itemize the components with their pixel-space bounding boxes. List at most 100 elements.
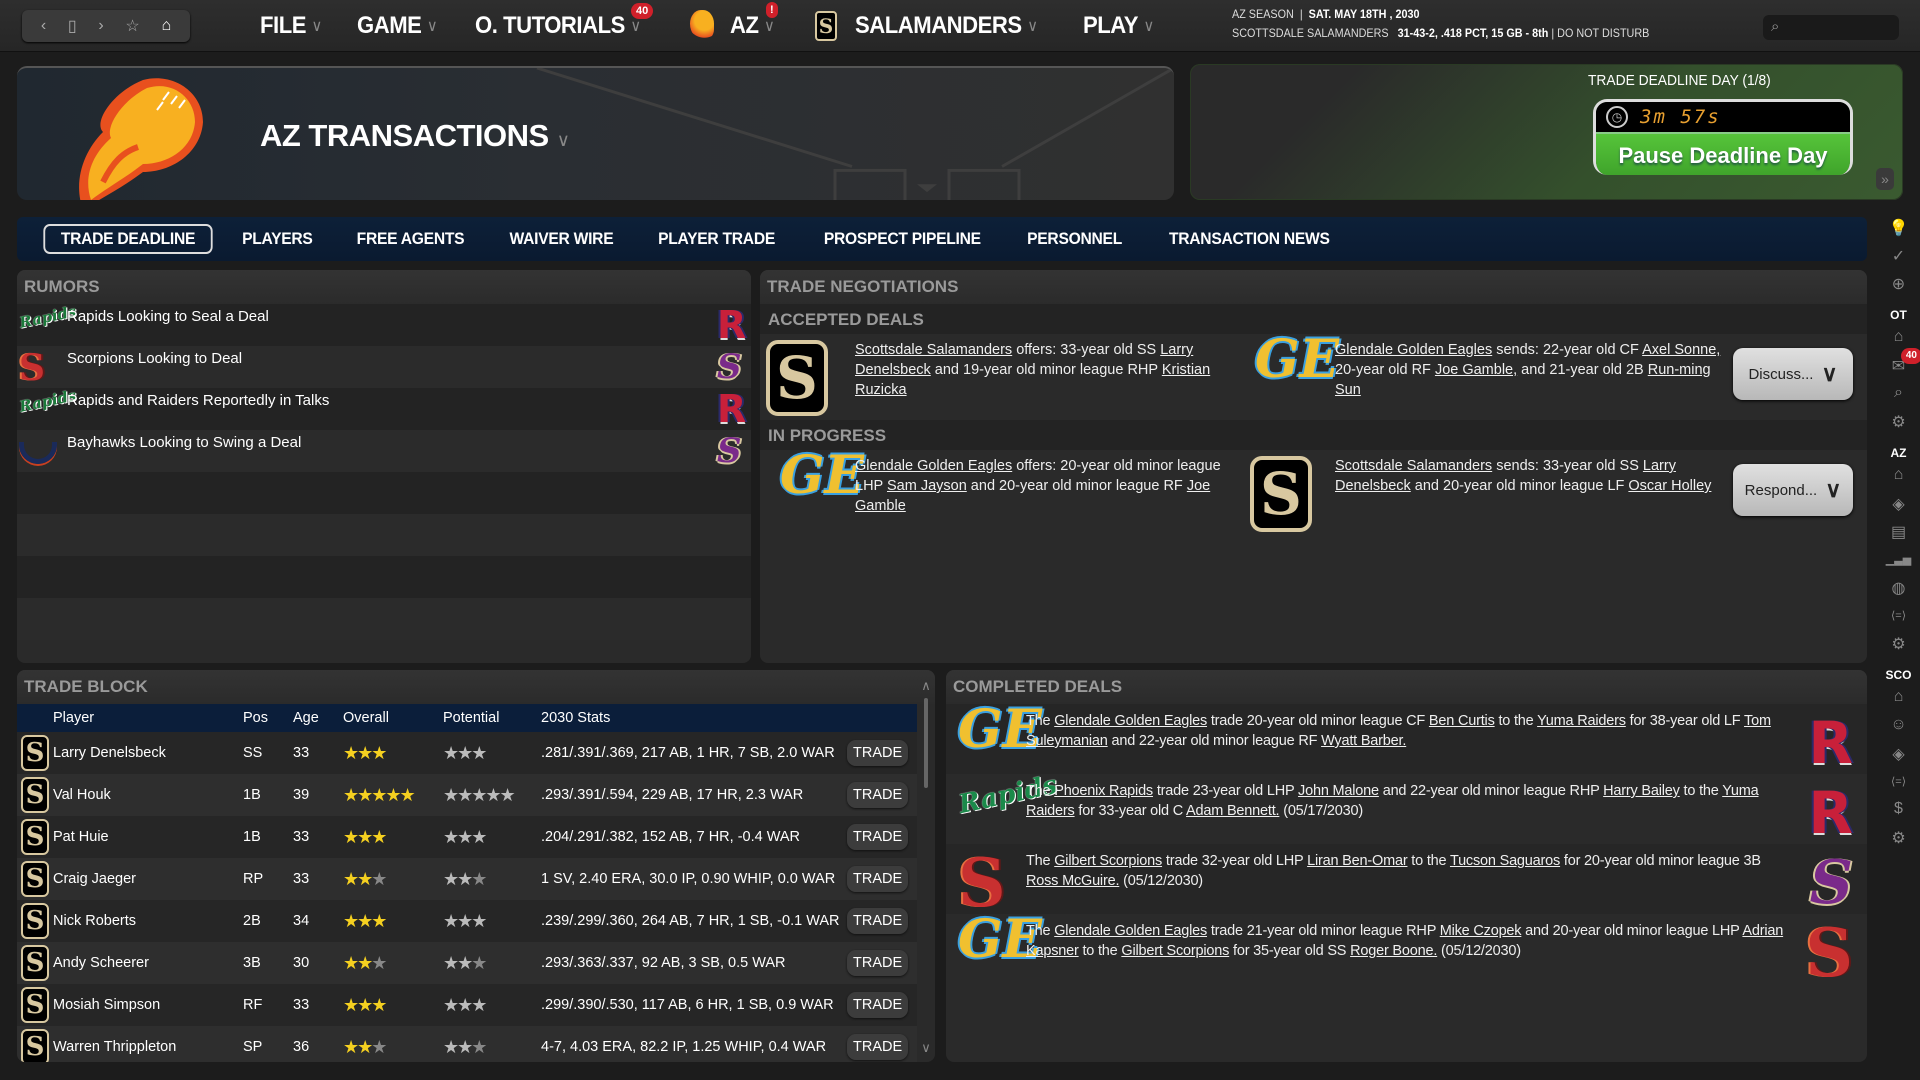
bar-chart-icon[interactable]: ▁▃▅ (1877, 550, 1920, 578)
menu-tutorials[interactable]: O. TUTORIALS ∨ (475, 12, 641, 40)
table-row[interactable]: S Andy Scheerer 3B 30 ★★★ ★★★ .293/.363/.337, … (17, 942, 917, 984)
player-link[interactable]: Axel Sonne, (1642, 342, 1720, 358)
pause-deadline-day-button[interactable]: Pause Deadline Day (1596, 132, 1850, 175)
menu-play[interactable]: PLAY ∨ (1083, 12, 1154, 40)
player-name[interactable]: Mosiah Simpson (53, 997, 243, 1013)
deal-link[interactable]: Phoenix Rapids (1054, 783, 1153, 799)
column-header-potential[interactable]: Potential (443, 710, 539, 726)
page-title[interactable]: AZ TRANSACTIONS ∨ (260, 118, 570, 154)
deal-link[interactable]: Roger Boone. (1350, 943, 1437, 959)
menu-salamanders[interactable]: SALAMANDERS ∨ (855, 12, 1038, 40)
table-row[interactable]: S Nick Roberts 2B 34 ★★★ ★★★ .239/.299/.360, 2… (17, 900, 917, 942)
deal-link[interactable]: Mike Czopek (1440, 923, 1522, 939)
table-row[interactable]: S Larry Denelsbeck SS 33 ★★★ ★★★ .281/.391/.36… (17, 732, 917, 774)
table-row[interactable]: S Val Houk 1B 39 ★★★★★ ★★★★★ .293/.391/.594, 2… (17, 774, 917, 816)
scrollbar[interactable]: ∧ ∨ (920, 678, 932, 1056)
trade-button[interactable]: TRADE (847, 950, 909, 976)
menu-game[interactable]: GAME ∨ (357, 12, 438, 40)
home-icon[interactable]: ⌂ (1877, 688, 1920, 716)
trade-icon[interactable]: ⟨=⟩ (1877, 606, 1920, 634)
column-header-age[interactable]: Age (293, 710, 343, 726)
trade-icon[interactable]: ⟨=⟩ (1877, 772, 1920, 800)
trade-button[interactable]: TRADE (847, 866, 909, 892)
deal-link[interactable]: Wyatt Barber. (1321, 733, 1406, 749)
gear-icon[interactable]: ⚙ (1877, 634, 1920, 662)
team-link[interactable]: Glendale Golden Eagles (855, 458, 1012, 474)
player-name[interactable]: Warren Thrippleton (53, 1039, 243, 1055)
deal-link[interactable]: Yuma Raiders (1537, 713, 1626, 729)
coach-icon[interactable]: ☺ (1877, 716, 1920, 744)
deal-link[interactable]: Tucson Saguaros (1450, 853, 1560, 869)
trade-button[interactable]: TRADE (847, 992, 909, 1018)
column-header-player[interactable]: Player (53, 710, 243, 726)
do-not-disturb-toggle[interactable]: DO NOT DISTURB (1557, 26, 1649, 40)
deal-link[interactable]: Harry Bailey (1603, 783, 1680, 799)
table-row[interactable]: S Craig Jaeger RP 33 ★★★ ★★★ 1 SV, 2.40 ERA, 3… (17, 858, 917, 900)
tab-prospect-pipeline[interactable]: PROSPECT PIPELINE (808, 225, 996, 253)
scroll-down-icon[interactable]: ∨ (920, 1040, 932, 1056)
player-link[interactable]: Joe Gamble, (1435, 362, 1517, 378)
table-row[interactable]: S Pat Huie 1B 33 ★★★ ★★★ .204/.291/.382, 152 A… (17, 816, 917, 858)
player-name[interactable]: Larry Denelsbeck (53, 745, 243, 761)
tab-players[interactable]: PLAYERS (226, 225, 328, 253)
team-link[interactable]: Scottsdale Salamanders (1335, 458, 1492, 474)
player-name[interactable]: Andy Scheerer (53, 955, 243, 971)
search-icon[interactable]: ⌕ (1877, 384, 1920, 412)
deal-link[interactable]: Gilbert Scorpions (1054, 853, 1162, 869)
check-icon[interactable]: ✓ (1877, 246, 1920, 274)
deal-link[interactable]: Glendale Golden Eagles (1054, 713, 1207, 729)
trade-button[interactable]: TRADE (847, 740, 909, 766)
mail-icon[interactable]: ✉ 40 (1877, 348, 1920, 384)
expand-icon[interactable]: » (1876, 168, 1894, 190)
column-header-pos[interactable]: Pos (243, 710, 293, 726)
scrollbar-thumb[interactable] (924, 698, 928, 788)
team-link[interactable]: Scottsdale Salamanders (855, 342, 1012, 358)
player-name[interactable]: Craig Jaeger (53, 871, 243, 887)
rumor-item[interactable]: Bayhawks Looking to Swing a Deal S (17, 430, 751, 472)
globe-icon[interactable]: ⊕ (1877, 274, 1920, 302)
team-link[interactable]: Glendale Golden Eagles (1335, 342, 1492, 358)
star-icon[interactable]: ☆ (125, 16, 139, 36)
trade-button[interactable]: TRADE (847, 824, 909, 850)
deal-link[interactable]: John Malone (1298, 783, 1379, 799)
baseball-icon[interactable]: ◍ (1877, 578, 1920, 606)
diamond-icon[interactable]: ◈ (1877, 744, 1920, 772)
gear-icon[interactable]: ⚙ (1877, 412, 1920, 440)
tab-free-agents[interactable]: FREE AGENTS (341, 225, 480, 253)
deal-link[interactable]: Ben Curtis (1429, 713, 1495, 729)
diamond-icon[interactable]: ◈ (1877, 494, 1920, 522)
menu-file[interactable]: FILE ∨ (260, 12, 322, 40)
dollar-icon[interactable]: $ (1877, 800, 1920, 828)
respond-button[interactable]: Respond... ∨ (1733, 464, 1853, 516)
trade-button[interactable]: TRADE (847, 1034, 909, 1060)
rumor-item[interactable]: Rapids Rapids Looking to Seal a Deal R (17, 302, 751, 346)
home-icon[interactable]: ⌂ (1877, 466, 1920, 494)
player-name[interactable]: Pat Huie (53, 829, 243, 845)
rumor-item[interactable]: S Scorpions Looking to Deal S (17, 346, 751, 388)
player-link[interactable]: Sam Jayson (887, 478, 967, 494)
tab-trade-deadline[interactable]: TRADE DEADLINE (43, 224, 213, 254)
tab-transaction-news[interactable]: TRANSACTION NEWS (1154, 225, 1346, 253)
tab-waiver-wire[interactable]: WAIVER WIRE (493, 225, 628, 253)
gear-icon[interactable]: ⚙ (1877, 828, 1920, 856)
table-row[interactable]: S Mosiah Simpson RF 33 ★★★ ★★★ .299/.390/.530,… (17, 984, 917, 1026)
deal-link[interactable]: Ross McGuire. (1026, 873, 1119, 889)
deal-link[interactable]: Liran Ben-Omar (1307, 853, 1408, 869)
home-icon[interactable]: ⌂ (161, 17, 171, 35)
player-link[interactable]: Oscar Holley (1628, 478, 1711, 494)
back-icon[interactable]: ‹ (41, 17, 46, 35)
player-name[interactable]: Val Houk (53, 787, 243, 803)
column-header-overall[interactable]: Overall (343, 710, 443, 726)
tab-personnel[interactable]: PERSONNEL (1012, 225, 1138, 253)
tab-player-trade[interactable]: PLAYER TRADE (643, 225, 791, 253)
id-card-icon[interactable]: ▤ (1877, 522, 1920, 550)
player-name[interactable]: Nick Roberts (53, 913, 243, 929)
column-header-stats[interactable]: 2030 Stats (539, 710, 847, 726)
window-icon[interactable]: ▯ (68, 16, 77, 36)
lightbulb-icon[interactable]: 💡 (1877, 218, 1920, 246)
deal-link[interactable]: Adam Bennett. (1186, 803, 1280, 819)
rumor-item[interactable]: Rapids Rapids and Raiders Reportedly in T… (17, 386, 751, 430)
forward-icon[interactable]: › (98, 17, 103, 35)
table-row[interactable]: S Warren Thrippleton SP 36 ★★★ ★★★ 4-7, 4.03 E… (17, 1026, 917, 1062)
search-input[interactable]: ⌕ (1763, 15, 1899, 40)
